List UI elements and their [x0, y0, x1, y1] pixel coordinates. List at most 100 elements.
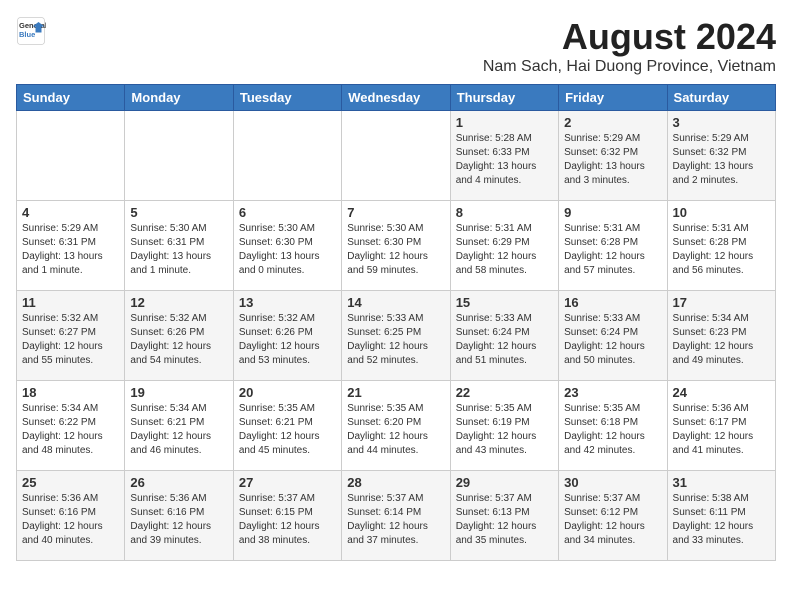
day-cell: 13 Sunrise: 5:32 AM Sunset: 6:26 PM Dayli…: [233, 291, 341, 381]
day-cell: 14 Sunrise: 5:33 AM Sunset: 6:25 PM Dayli…: [342, 291, 450, 381]
day-info: Sunrise: 5:33 AM Sunset: 6:24 PM Dayligh…: [456, 312, 553, 368]
day-info: Sunrise: 5:31 AM Sunset: 6:29 PM Dayligh…: [456, 222, 553, 278]
day-info: Sunrise: 5:35 AM Sunset: 6:18 PM Dayligh…: [564, 402, 661, 458]
day-number: 19: [130, 385, 227, 400]
day-cell: 11 Sunrise: 5:32 AM Sunset: 6:27 PM Dayli…: [17, 291, 125, 381]
day-number: 11: [22, 295, 119, 310]
day-info: Sunrise: 5:37 AM Sunset: 6:13 PM Dayligh…: [456, 492, 553, 548]
title-area: August 2024 Nam Sach, Hai Duong Province…: [483, 16, 776, 76]
day-cell: 18 Sunrise: 5:34 AM Sunset: 6:22 PM Dayli…: [17, 381, 125, 471]
week-row-2: 4 Sunrise: 5:29 AM Sunset: 6:31 PM Daylig…: [17, 201, 776, 291]
day-cell: 21Sunrise: 5:35 AM Sunset: 6:20 PM Dayli…: [342, 381, 450, 471]
day-cell: 27 Sunrise: 5:37 AM Sunset: 6:15 PM Dayli…: [233, 471, 341, 561]
day-cell: 28 Sunrise: 5:37 AM Sunset: 6:14 PM Dayli…: [342, 471, 450, 561]
day-info: Sunrise: 5:37 AM Sunset: 6:14 PM Dayligh…: [347, 492, 444, 548]
day-cell: 30 Sunrise: 5:37 AM Sunset: 6:12 PM Dayli…: [559, 471, 667, 561]
day-number: 13: [239, 295, 336, 310]
day-number: 7: [347, 205, 444, 220]
day-number: 17: [673, 295, 770, 310]
day-info: Sunrise: 5:29 AM Sunset: 6:31 PM Dayligh…: [22, 222, 119, 278]
day-cell: 31 Sunrise: 5:38 AM Sunset: 6:11 PM Dayli…: [667, 471, 775, 561]
day-cell: 23 Sunrise: 5:35 AM Sunset: 6:18 PM Dayli…: [559, 381, 667, 471]
day-number: 8: [456, 205, 553, 220]
day-number: 27: [239, 475, 336, 490]
day-cell: 16Sunrise: 5:33 AM Sunset: 6:24 PM Dayli…: [559, 291, 667, 381]
day-number: 3: [673, 115, 770, 130]
header-cell-sunday: Sunday: [17, 85, 125, 111]
day-info: Sunrise: 5:35 AM Sunset: 6:19 PM Dayligh…: [456, 402, 553, 458]
day-info: Sunrise: 5:30 AM Sunset: 6:30 PM Dayligh…: [347, 222, 444, 278]
day-number: 4: [22, 205, 119, 220]
day-info: Sunrise: 5:28 AM Sunset: 6:33 PM Dayligh…: [456, 132, 553, 188]
day-info: Sunrise: 5:34 AM Sunset: 6:23 PM Dayligh…: [673, 312, 770, 368]
day-number: 6: [239, 205, 336, 220]
day-info: Sunrise: 5:36 AM Sunset: 6:17 PM Dayligh…: [673, 402, 770, 458]
day-cell: [342, 111, 450, 201]
day-info: Sunrise: 5:32 AM Sunset: 6:26 PM Dayligh…: [130, 312, 227, 368]
day-number: 15: [456, 295, 553, 310]
day-info: Sunrise: 5:37 AM Sunset: 6:12 PM Dayligh…: [564, 492, 661, 548]
day-cell: [17, 111, 125, 201]
day-number: 2: [564, 115, 661, 130]
day-cell: 26 Sunrise: 5:36 AM Sunset: 6:16 PM Dayli…: [125, 471, 233, 561]
day-number: 29: [456, 475, 553, 490]
day-number: 20: [239, 385, 336, 400]
day-number: 24: [673, 385, 770, 400]
day-number: 18: [22, 385, 119, 400]
day-number: 28: [347, 475, 444, 490]
day-info: Sunrise: 5:33 AM Sunset: 6:25 PM Dayligh…: [347, 312, 444, 368]
week-row-3: 11 Sunrise: 5:32 AM Sunset: 6:27 PM Dayli…: [17, 291, 776, 381]
day-info: Sunrise: 5:36 AM Sunset: 6:16 PM Dayligh…: [22, 492, 119, 548]
day-cell: 3 Sunrise: 5:29 AM Sunset: 6:32 PM Daylig…: [667, 111, 775, 201]
day-cell: 15 Sunrise: 5:33 AM Sunset: 6:24 PM Dayli…: [450, 291, 558, 381]
day-number: 10: [673, 205, 770, 220]
day-cell: 17 Sunrise: 5:34 AM Sunset: 6:23 PM Dayli…: [667, 291, 775, 381]
day-info: Sunrise: 5:30 AM Sunset: 6:31 PM Dayligh…: [130, 222, 227, 278]
day-cell: 1 Sunrise: 5:28 AM Sunset: 6:33 PM Daylig…: [450, 111, 558, 201]
day-number: 14: [347, 295, 444, 310]
day-cell: 25 Sunrise: 5:36 AM Sunset: 6:16 PM Dayli…: [17, 471, 125, 561]
day-info: Sunrise: 5:34 AM Sunset: 6:21 PM Dayligh…: [130, 402, 227, 458]
day-number: 16: [564, 295, 661, 310]
day-cell: 6Sunrise: 5:30 AM Sunset: 6:30 PM Daylig…: [233, 201, 341, 291]
day-number: 25: [22, 475, 119, 490]
page-header: General Blue August 2024 Nam Sach, Hai D…: [16, 16, 776, 76]
day-info: Sunrise: 5:37 AM Sunset: 6:15 PM Dayligh…: [239, 492, 336, 548]
day-info: Sunrise: 5:32 AM Sunset: 6:26 PM Dayligh…: [239, 312, 336, 368]
day-number: 12: [130, 295, 227, 310]
day-number: 5: [130, 205, 227, 220]
day-number: 26: [130, 475, 227, 490]
day-cell: 24 Sunrise: 5:36 AM Sunset: 6:17 PM Dayli…: [667, 381, 775, 471]
day-info: Sunrise: 5:29 AM Sunset: 6:32 PM Dayligh…: [673, 132, 770, 188]
day-cell: 19 Sunrise: 5:34 AM Sunset: 6:21 PM Dayli…: [125, 381, 233, 471]
week-row-5: 25 Sunrise: 5:36 AM Sunset: 6:16 PM Dayli…: [17, 471, 776, 561]
day-info: Sunrise: 5:34 AM Sunset: 6:22 PM Dayligh…: [22, 402, 119, 458]
header-cell-monday: Monday: [125, 85, 233, 111]
day-info: Sunrise: 5:32 AM Sunset: 6:27 PM Dayligh…: [22, 312, 119, 368]
day-info: Sunrise: 5:36 AM Sunset: 6:16 PM Dayligh…: [130, 492, 227, 548]
header-cell-tuesday: Tuesday: [233, 85, 341, 111]
svg-text:Blue: Blue: [19, 30, 35, 39]
day-cell: 8 Sunrise: 5:31 AM Sunset: 6:29 PM Daylig…: [450, 201, 558, 291]
header-cell-wednesday: Wednesday: [342, 85, 450, 111]
day-number: 23: [564, 385, 661, 400]
day-info: Sunrise: 5:31 AM Sunset: 6:28 PM Dayligh…: [564, 222, 661, 278]
day-cell: 10 Sunrise: 5:31 AM Sunset: 6:28 PM Dayli…: [667, 201, 775, 291]
day-cell: 4 Sunrise: 5:29 AM Sunset: 6:31 PM Daylig…: [17, 201, 125, 291]
calendar-subtitle: Nam Sach, Hai Duong Province, Vietnam: [483, 58, 776, 76]
day-number: 9: [564, 205, 661, 220]
calendar-title: August 2024: [483, 16, 776, 58]
day-number: 21: [347, 385, 444, 400]
day-number: 31: [673, 475, 770, 490]
day-number: 30: [564, 475, 661, 490]
day-number: 1: [456, 115, 553, 130]
day-info: Sunrise: 5:38 AM Sunset: 6:11 PM Dayligh…: [673, 492, 770, 548]
day-cell: 2 Sunrise: 5:29 AM Sunset: 6:32 PM Daylig…: [559, 111, 667, 201]
day-cell: 5 Sunrise: 5:30 AM Sunset: 6:31 PM Daylig…: [125, 201, 233, 291]
day-info: Sunrise: 5:29 AM Sunset: 6:32 PM Dayligh…: [564, 132, 661, 188]
day-info: Sunrise: 5:31 AM Sunset: 6:28 PM Dayligh…: [673, 222, 770, 278]
day-cell: [233, 111, 341, 201]
header-cell-thursday: Thursday: [450, 85, 558, 111]
header-cell-friday: Friday: [559, 85, 667, 111]
day-number: 22: [456, 385, 553, 400]
